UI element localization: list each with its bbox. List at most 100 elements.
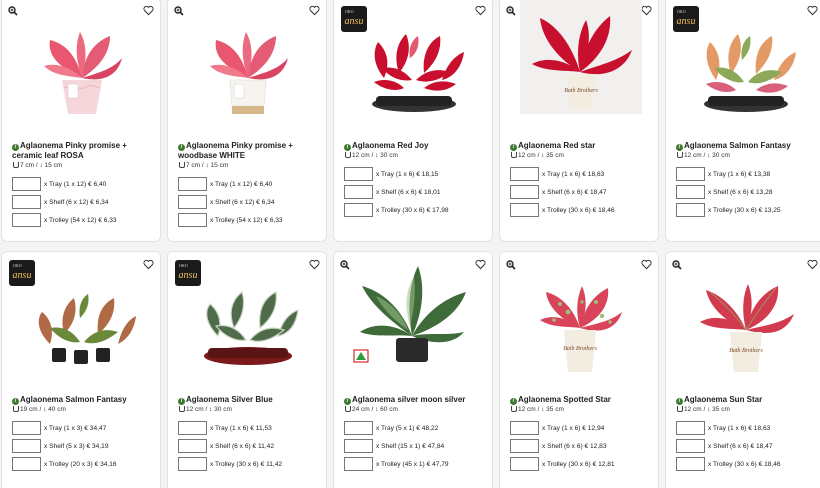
heart-icon[interactable] xyxy=(475,259,486,270)
info-icon[interactable]: i xyxy=(178,144,185,151)
product-name[interactable]: i Aglaonema Red Joy xyxy=(344,141,486,151)
product-image[interactable]: Bath Brothers xyxy=(520,0,642,114)
quantity-input[interactable] xyxy=(510,167,539,181)
quantity-input[interactable] xyxy=(178,213,207,227)
quantity-input[interactable] xyxy=(12,457,41,471)
product-name[interactable]: i Aglaonema Pinky promise + woodbase WHIT… xyxy=(178,141,320,160)
pot-sleeve-text: Bath Brothers xyxy=(564,88,598,94)
quantity-input[interactable] xyxy=(12,195,41,209)
option-trolley: x Trolley (45 x 1) € 47,79 xyxy=(344,455,489,473)
product-card[interactable]: Bath Brothers i Aglaonema Spotted Star 12… xyxy=(499,251,659,488)
zoom-icon[interactable] xyxy=(506,260,516,270)
product-card[interactable]: Bath Brothers i Aglaonema Red star 12 cm … xyxy=(499,0,659,242)
info-icon[interactable]: i xyxy=(12,144,19,151)
heart-icon[interactable] xyxy=(143,259,154,270)
product-name[interactable]: i Aglaonema Salmon Fantasy xyxy=(12,395,154,405)
order-options: x Tray (1 x 6) € 13,38 x Shelf (6 x 6) €… xyxy=(676,165,820,219)
quantity-input[interactable] xyxy=(510,203,539,217)
product-image[interactable] xyxy=(686,18,806,123)
info-icon[interactable]: i xyxy=(178,398,185,405)
product-dimensions: 12 cm / ↕ 35 cm xyxy=(511,152,564,159)
quantity-input[interactable] xyxy=(12,213,41,227)
info-icon[interactable]: i xyxy=(510,144,517,151)
product-card[interactable]: OKO ansu i Aglaonema Silver Blue 12 cm / ↕… xyxy=(167,251,327,488)
heart-icon[interactable] xyxy=(309,259,320,270)
quantity-input[interactable] xyxy=(344,185,373,199)
quantity-input[interactable] xyxy=(178,177,207,191)
zoom-icon[interactable] xyxy=(672,260,682,270)
heart-icon[interactable] xyxy=(475,5,486,16)
quantity-input[interactable] xyxy=(676,457,705,471)
info-icon[interactable]: i xyxy=(676,144,683,151)
product-image[interactable] xyxy=(348,256,476,368)
product-card[interactable]: i Aglaonema silver moon silver 24 cm / ↕ … xyxy=(333,251,493,488)
quantity-input[interactable] xyxy=(510,185,539,199)
product-card[interactable]: OKO ansu i Aglaonema Salmon F xyxy=(665,0,820,242)
product-name[interactable]: i Aglaonema Sun Star xyxy=(676,395,818,405)
product-image[interactable] xyxy=(188,272,308,377)
quantity-input[interactable] xyxy=(676,439,705,453)
option-trolley: x Trolley (30 x 6) € 17,98 xyxy=(344,201,489,219)
quantity-input[interactable] xyxy=(178,439,207,453)
product-dimensions: 7 cm / ↕ 15 cm xyxy=(13,162,62,169)
product-image[interactable] xyxy=(22,272,142,377)
pot-icon xyxy=(511,406,517,412)
zoom-icon[interactable] xyxy=(8,6,18,16)
quantity-input[interactable] xyxy=(676,185,705,199)
product-dimensions: 12 cm / ↕ 30 cm xyxy=(677,152,730,159)
quantity-input[interactable] xyxy=(12,421,41,435)
quantity-input[interactable] xyxy=(344,457,373,471)
product-name[interactable]: i Aglaonema Silver Blue xyxy=(178,395,320,405)
product-name[interactable]: i Aglaonema Spotted Star xyxy=(510,395,652,405)
pot-sleeve-text: Bath Brothers xyxy=(563,346,597,352)
product-image[interactable]: Bath Brothers xyxy=(686,272,806,377)
order-options: x Tray (1 x 3) € 34,47 x Shelf (5 x 3) €… xyxy=(12,419,157,473)
quantity-input[interactable] xyxy=(510,457,539,471)
heart-icon[interactable] xyxy=(807,259,818,270)
option-shelf: x Shelf (15 x 1) € 47,84 xyxy=(344,437,489,455)
quantity-input[interactable] xyxy=(12,177,41,191)
product-card[interactable]: OKO ansu i Aglaonema Red Joy 12 cm / ↕ 3… xyxy=(333,0,493,242)
quantity-input[interactable] xyxy=(344,203,373,217)
product-image[interactable] xyxy=(354,18,474,123)
quantity-input[interactable] xyxy=(510,439,539,453)
quantity-input[interactable] xyxy=(178,195,207,209)
zoom-icon[interactable] xyxy=(174,6,184,16)
order-options: x Tray (1 x 6) € 18,63 x Shelf (6 x 6) €… xyxy=(510,165,655,219)
quantity-input[interactable] xyxy=(344,439,373,453)
product-image[interactable]: Bath Brothers xyxy=(520,272,640,377)
product-name[interactable]: i Aglaonema silver moon silver xyxy=(344,395,486,405)
info-icon[interactable]: i xyxy=(12,398,19,405)
quantity-input[interactable] xyxy=(344,167,373,181)
heart-icon[interactable] xyxy=(807,5,818,16)
quantity-input[interactable] xyxy=(676,421,705,435)
info-icon[interactable]: i xyxy=(344,398,351,405)
info-icon[interactable]: i xyxy=(344,144,351,151)
heart-icon[interactable] xyxy=(641,5,652,16)
quantity-input[interactable] xyxy=(178,457,207,471)
product-card[interactable]: i Aglaonema Pinky promise + woodbase WHIT… xyxy=(167,0,327,242)
heart-icon[interactable] xyxy=(143,5,154,16)
product-image[interactable] xyxy=(188,18,308,123)
product-card[interactable]: i Aglaonema Pinky promise + ceramic leaf … xyxy=(1,0,161,242)
product-image[interactable] xyxy=(22,18,142,123)
quantity-input[interactable] xyxy=(178,421,207,435)
heart-icon[interactable] xyxy=(641,259,652,270)
option-tray: x Tray (1 x 6) € 13,38 xyxy=(676,165,820,183)
quantity-input[interactable] xyxy=(344,421,373,435)
info-icon[interactable]: i xyxy=(676,398,683,405)
product-name[interactable]: i Aglaonema Pinky promise + ceramic leaf … xyxy=(12,141,154,160)
product-name[interactable]: i Aglaonema Salmon Fantasy xyxy=(676,141,818,151)
quantity-input[interactable] xyxy=(676,203,705,217)
quantity-input[interactable] xyxy=(676,167,705,181)
product-name[interactable]: i Aglaonema Red star xyxy=(510,141,652,151)
quantity-input[interactable] xyxy=(12,439,41,453)
info-icon[interactable]: i xyxy=(510,398,517,405)
heart-icon[interactable] xyxy=(309,5,320,16)
product-dimensions: 12 cm / ↕ 30 cm xyxy=(179,406,232,413)
product-card[interactable]: OKO ansu i Aglaonema Salmon F xyxy=(1,251,161,488)
order-options: x Tray (1 x 12) € 6,40 x Shelf (6 x 12) … xyxy=(178,175,323,229)
quantity-input[interactable] xyxy=(510,421,539,435)
product-card[interactable]: Bath Brothers i Aglaonema Sun Star 12 cm … xyxy=(665,251,820,488)
zoom-icon[interactable] xyxy=(506,6,516,16)
